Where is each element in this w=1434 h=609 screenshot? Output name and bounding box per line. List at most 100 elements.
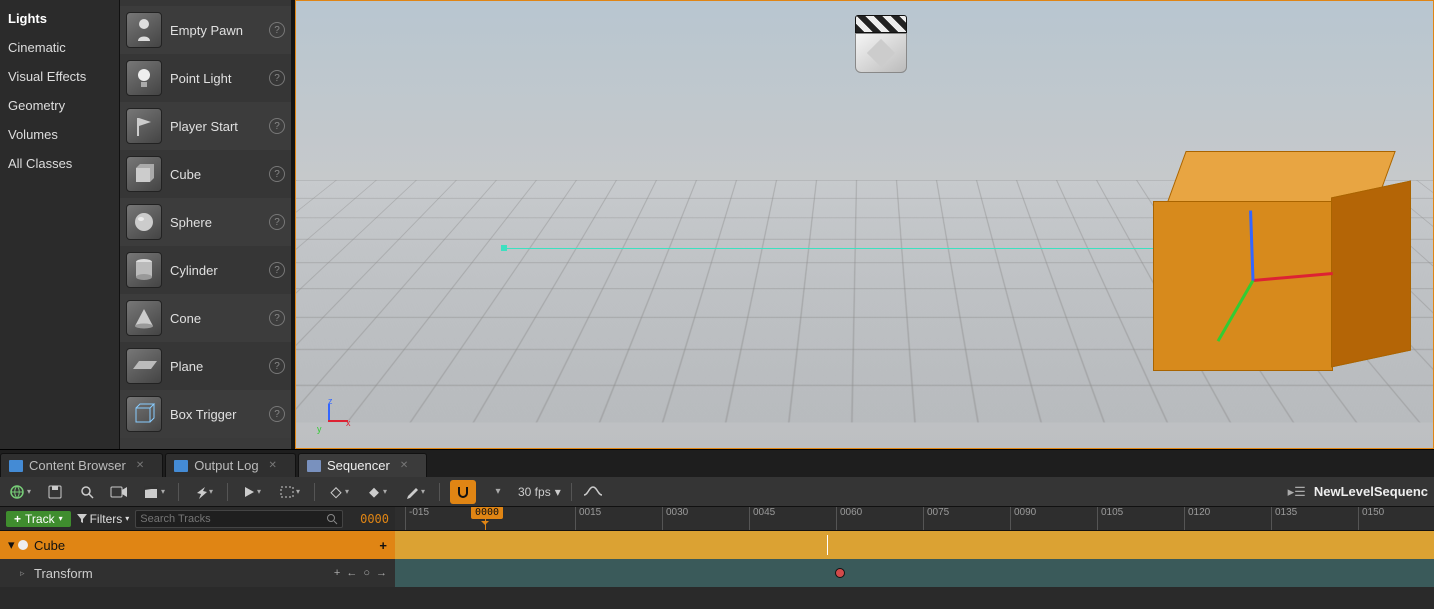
info-icon[interactable]: ? — [269, 262, 285, 278]
place-item-cube[interactable]: Cube? — [120, 150, 291, 198]
info-icon[interactable]: ? — [269, 358, 285, 374]
place-item-cone[interactable]: Cone? — [120, 294, 291, 342]
snap-toggle-button[interactable] — [450, 480, 476, 504]
add-section-button[interactable]: + — [379, 538, 387, 553]
place-item-label: Point Light — [170, 71, 261, 86]
place-item-point-light[interactable]: Point Light? — [120, 54, 291, 102]
sequence-name[interactable]: NewLevelSequenc — [1314, 484, 1428, 499]
tab-icon — [9, 460, 23, 472]
tab-output-log[interactable]: Output Log ✕ — [165, 453, 296, 477]
ruler-tick: 0120 — [1184, 507, 1210, 530]
tab-label: Output Log — [194, 458, 258, 473]
info-icon[interactable]: ? — [269, 310, 285, 326]
tab-sequencer[interactable]: Sequencer ✕ — [298, 453, 427, 477]
current-frame-display[interactable]: 0000 — [349, 512, 389, 526]
breadcrumb-icon[interactable]: ▸☰ — [1288, 484, 1306, 500]
place-item-label: Player Start — [170, 119, 261, 134]
transform-keyframe[interactable] — [835, 568, 845, 578]
info-icon[interactable]: ? — [269, 22, 285, 38]
place-thumb-icon — [126, 396, 162, 432]
place-item-label: Sphere — [170, 215, 261, 230]
place-actors-categories: LightsCinematicVisual EffectsGeometryVol… — [0, 0, 120, 449]
ruler-tick: 0045 — [749, 507, 775, 530]
key-interpolation-dropdown-button[interactable]: ▾ — [325, 481, 353, 503]
tab-label: Sequencer — [327, 458, 390, 473]
place-item-player-start[interactable]: Player Start? — [120, 102, 291, 150]
ruler-tick: 0150 — [1358, 507, 1384, 530]
save-button[interactable] — [44, 481, 66, 503]
ruler-tick: 0015 — [575, 507, 601, 530]
snap-options-dropdown[interactable]: ▾ — [486, 481, 508, 503]
ruler-tick: 0090 — [1010, 507, 1036, 530]
category-visual-effects[interactable]: Visual Effects — [0, 62, 119, 91]
filters-dropdown[interactable]: Filters▾ — [77, 512, 130, 526]
playhead[interactable] — [485, 507, 486, 530]
place-item-cylinder[interactable]: Cylinder? — [120, 246, 291, 294]
director-dropdown-button[interactable]: ▾ — [140, 481, 168, 503]
info-icon[interactable]: ? — [269, 118, 285, 134]
category-volumes[interactable]: Volumes — [0, 120, 119, 149]
tab-content-browser[interactable]: Content Browser✕ — [0, 453, 163, 477]
place-item-plane[interactable]: Plane? — [120, 342, 291, 390]
place-item-label: Plane — [170, 359, 261, 374]
actor-icon — [18, 540, 28, 550]
tab-icon — [307, 460, 321, 472]
render-movie-button[interactable] — [108, 481, 130, 503]
play-dropdown-button[interactable]: ▾ — [238, 481, 266, 503]
curve-editor-button[interactable] — [582, 481, 604, 503]
close-icon[interactable]: ✕ — [269, 460, 277, 471]
expand-icon[interactable]: ▾ — [8, 537, 18, 553]
expand-icon[interactable]: ▹ — [20, 568, 30, 579]
marquee-dropdown-button[interactable]: ▾ — [276, 481, 304, 503]
search-tracks-field[interactable] — [135, 510, 343, 528]
fps-dropdown[interactable]: 30 fps▾ — [518, 485, 561, 499]
add-key-button[interactable]: + — [334, 567, 340, 579]
ruler-tick: 0135 — [1271, 507, 1297, 530]
info-icon[interactable]: ? — [269, 406, 285, 422]
place-item-empty-pawn[interactable]: Empty Pawn? — [120, 6, 291, 54]
level-viewport[interactable]: z x y — [295, 0, 1434, 449]
track-lane-cube[interactable] — [395, 531, 1434, 559]
edit-options-dropdown-button[interactable]: ▾ — [401, 481, 429, 503]
timeline-ruler[interactable]: -015001500300045006000750090010501200135… — [395, 507, 1434, 530]
place-item-sphere[interactable]: Sphere? — [120, 198, 291, 246]
place-item-label: Empty Pawn — [170, 23, 261, 38]
category-cinematic[interactable]: Cinematic — [0, 33, 119, 62]
search-icon — [326, 513, 338, 525]
place-item-box-trigger[interactable]: Box Trigger? — [120, 390, 291, 438]
place-thumb-icon — [126, 156, 162, 192]
autokey-dropdown-button[interactable]: ▾ — [363, 481, 391, 503]
place-item-label: Box Trigger — [170, 407, 261, 422]
ruler-tick: 0105 — [1097, 507, 1123, 530]
cine-camera-icon[interactable] — [855, 15, 907, 73]
place-thumb-icon — [126, 12, 162, 48]
search-tracks-input[interactable] — [140, 513, 326, 525]
track-label: Transform — [34, 566, 93, 581]
track-header-cube[interactable]: ▾ Cube + — [0, 531, 395, 559]
ruler-tick: 0075 — [923, 507, 949, 530]
tab-icon — [174, 460, 188, 472]
category-geometry[interactable]: Geometry — [0, 91, 119, 120]
track-lane-transform[interactable] — [395, 559, 1434, 587]
track-header-transform[interactable]: ▹ Transform + ← ○ → — [0, 559, 395, 587]
category-all-classes[interactable]: All Classes — [0, 149, 119, 178]
next-key-button[interactable]: → — [376, 567, 387, 579]
transform-gizmo[interactable] — [1193, 219, 1313, 339]
viewport-axis-indicator: z x y — [314, 398, 354, 438]
info-icon[interactable]: ? — [269, 70, 285, 86]
add-track-button[interactable]: +Track▾ — [6, 511, 71, 527]
actions-dropdown-button[interactable]: ▾ — [189, 481, 217, 503]
find-in-content-button[interactable] — [76, 481, 98, 503]
place-thumb-icon — [126, 60, 162, 96]
prev-key-button[interactable]: ← — [346, 567, 357, 579]
place-item-label: Cube — [170, 167, 261, 182]
info-icon[interactable]: ? — [269, 214, 285, 230]
close-icon[interactable]: ✕ — [400, 460, 408, 471]
place-thumb-icon — [126, 108, 162, 144]
category-lights[interactable]: Lights — [0, 4, 119, 33]
world-dropdown-button[interactable]: ▾ — [6, 481, 34, 503]
close-icon[interactable]: ✕ — [136, 460, 144, 471]
info-icon[interactable]: ? — [269, 166, 285, 182]
key-marker-icon[interactable]: ○ — [363, 567, 370, 579]
place-thumb-icon — [126, 204, 162, 240]
